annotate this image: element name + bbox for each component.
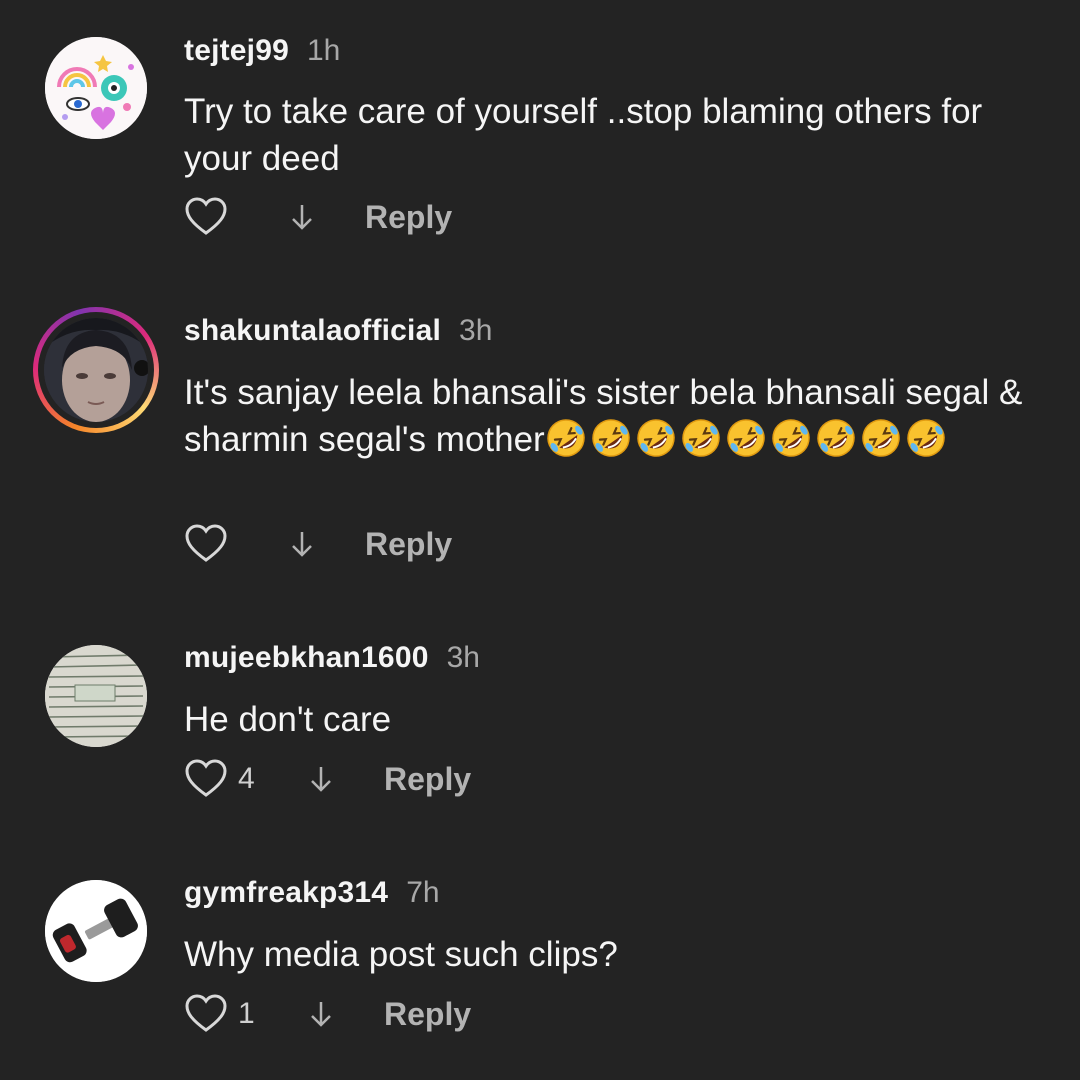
username[interactable]: mujeebkhan1600 <box>184 641 429 675</box>
comment-text: It's sanjay leela bhansali's sister bela… <box>184 369 1044 463</box>
heart-icon[interactable] <box>184 759 228 799</box>
reply-button[interactable]: Reply <box>384 761 471 798</box>
arrow-down-icon[interactable] <box>306 763 336 795</box>
rolling-laughing-emoji-icon <box>771 419 810 457</box>
reply-button[interactable]: Reply <box>365 199 452 236</box>
username[interactable]: gymfreakp314 <box>184 876 388 910</box>
reply-button[interactable]: Reply <box>384 996 471 1033</box>
handwritten-page-icon <box>45 645 147 747</box>
dumbbell-icon <box>45 880 147 982</box>
avatar[interactable] <box>45 37 147 139</box>
timestamp: 7h <box>406 876 440 909</box>
rolling-laughing-emoji-icon <box>906 419 945 457</box>
like-count: 4 <box>238 762 255 795</box>
reply-button[interactable]: Reply <box>365 526 452 563</box>
rolling-laughing-emoji-icon <box>546 419 585 457</box>
avatar[interactable] <box>45 645 147 747</box>
username[interactable]: shakuntalaofficial <box>184 314 441 348</box>
username[interactable]: tejtej99 <box>184 34 289 68</box>
heart-icon[interactable] <box>184 197 228 237</box>
profile-photo-icon <box>44 318 148 422</box>
rolling-laughing-emoji-icon <box>726 419 765 457</box>
doodle-avatar-icon <box>45 37 147 139</box>
rolling-laughing-emoji-icon <box>591 419 630 457</box>
arrow-down-icon[interactable] <box>287 528 317 560</box>
comment-text: Try to take care of yourself ..stop blam… <box>184 92 983 178</box>
like-count: 1 <box>238 997 255 1030</box>
avatar[interactable] <box>45 880 147 982</box>
timestamp: 1h <box>307 34 341 67</box>
rolling-laughing-emoji-icon <box>861 419 900 457</box>
rolling-laughing-emoji-icon <box>636 419 675 457</box>
avatar[interactable] <box>33 307 159 433</box>
timestamp: 3h <box>446 641 480 674</box>
rolling-laughing-emoji-icon <box>681 419 720 457</box>
heart-icon[interactable] <box>184 524 228 564</box>
emoji-group <box>545 419 950 459</box>
arrow-down-icon[interactable] <box>306 998 336 1030</box>
comment-text: Why media post such clips? <box>184 935 618 974</box>
arrow-down-icon[interactable] <box>287 201 317 233</box>
comment-text: He don't care <box>184 700 392 739</box>
rolling-laughing-emoji-icon <box>816 419 855 457</box>
timestamp: 3h <box>459 314 493 347</box>
heart-icon[interactable] <box>184 994 228 1034</box>
